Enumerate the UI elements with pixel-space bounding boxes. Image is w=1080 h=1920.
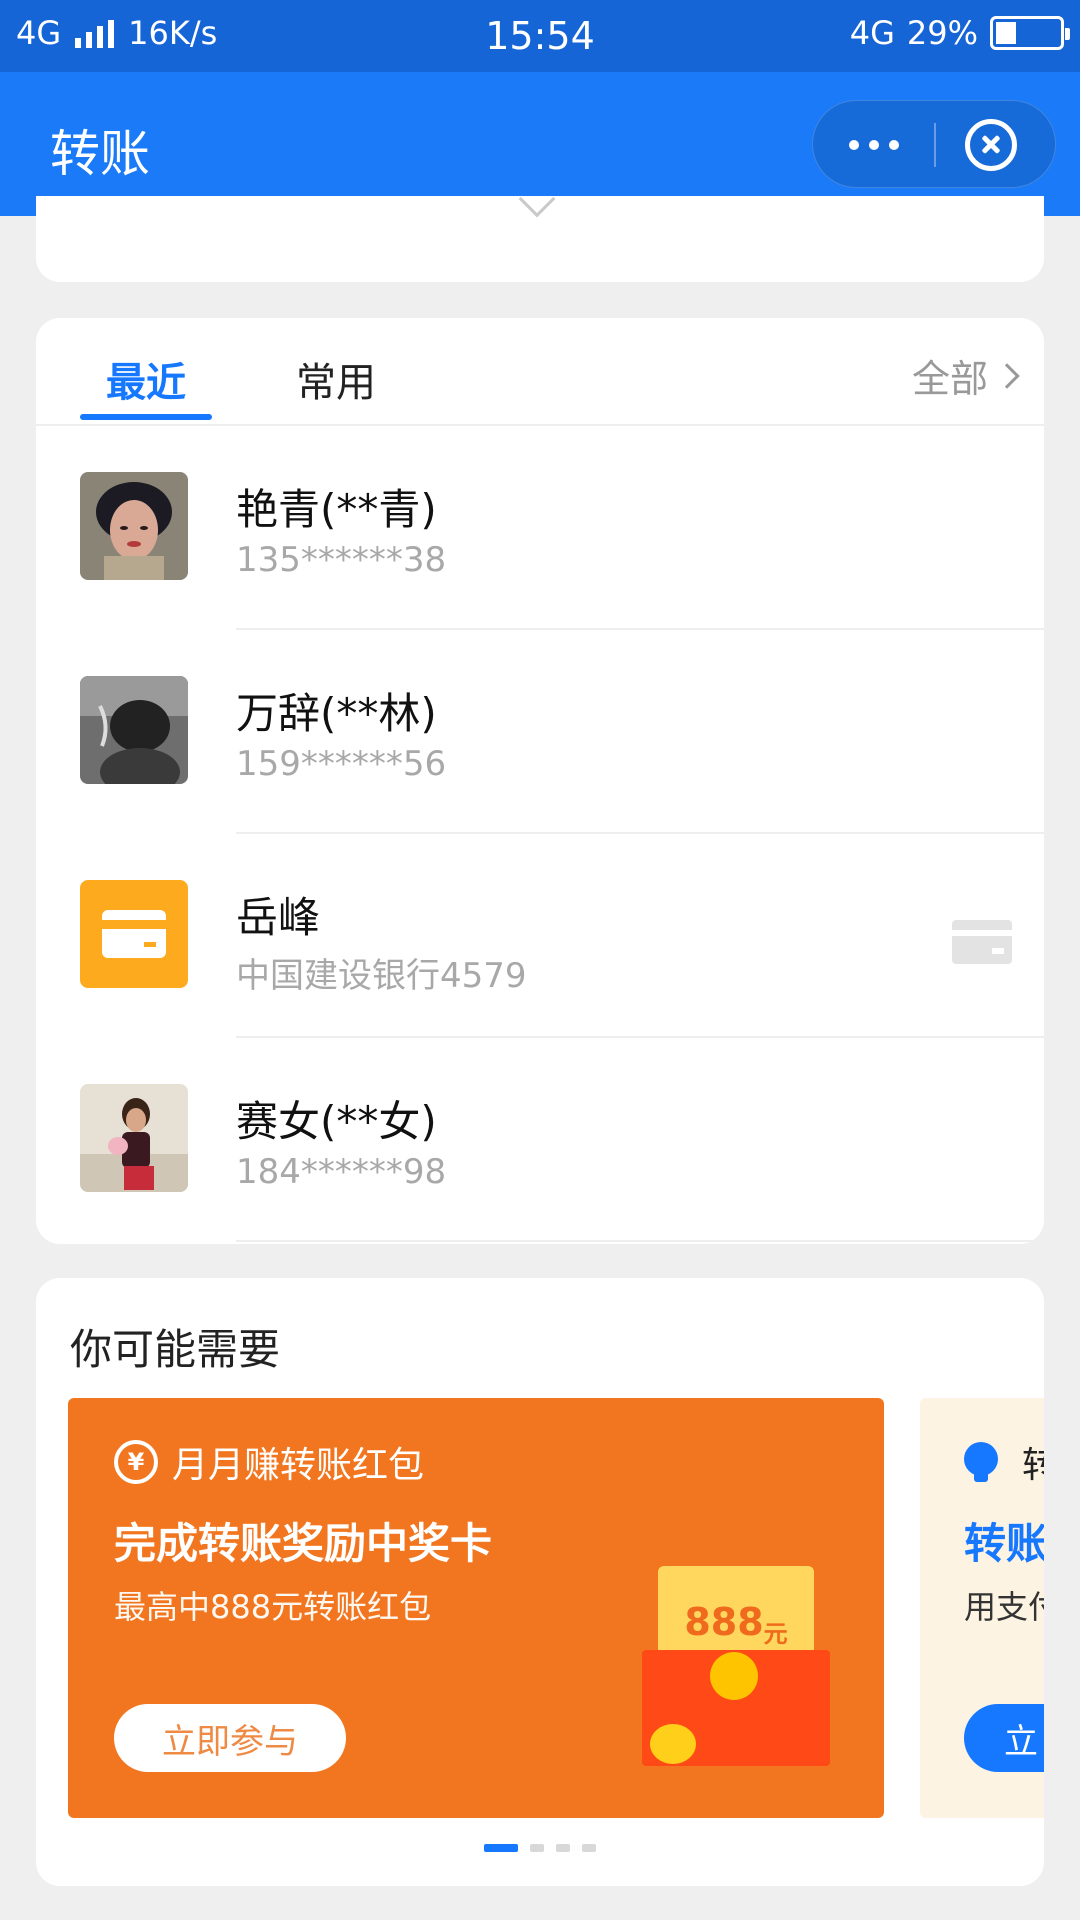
- contact-row[interactable]: 万辞(**林) 159******56: [36, 630, 1044, 834]
- contact-row[interactable]: 艳青(**青) 135******38: [36, 426, 1044, 630]
- page-title: 转账: [50, 125, 150, 183]
- status-bar: 4G 16K/s 15:54 4G 29%: [0, 0, 1080, 72]
- tab-active-indicator: [80, 414, 212, 420]
- carousel-dot-active: [484, 1844, 518, 1852]
- promo-subline: 最高中888元转账红包: [114, 1588, 432, 1626]
- contact-detail: 184******98: [236, 1152, 447, 1192]
- tab-common[interactable]: 常用: [296, 350, 376, 408]
- recommend-title: 你可能需要: [70, 1325, 281, 1374]
- carousel-dot: [530, 1844, 544, 1852]
- bank-card-avatar: [80, 880, 188, 988]
- promo-banner-next[interactable]: 转 转账 用支付 立: [920, 1398, 1044, 1818]
- battery-percent: 29%: [906, 14, 978, 52]
- promo-brand-label: 月月赚转账红包: [172, 1445, 425, 1486]
- network-type-right: 4G: [849, 14, 895, 52]
- carousel-dot: [582, 1844, 596, 1852]
- recommend-card: 你可能需要 ¥ 月月赚转账红包 完成转账奖励中奖卡 最高中888元转账红包 立即…: [36, 1278, 1044, 1886]
- bank-card-icon: [102, 910, 166, 958]
- yen-icon: ¥: [114, 1440, 158, 1484]
- promo-headline: 完成转账奖励中奖卡: [114, 1519, 493, 1568]
- contact-row[interactable]: 岳峰 中国建设银行4579: [36, 834, 1044, 1038]
- capsule-divider: [934, 123, 936, 167]
- contact-detail: 中国建设银行4579: [236, 956, 527, 996]
- tab-recent[interactable]: 最近: [106, 350, 186, 408]
- carousel-indicator: [36, 1844, 1044, 1852]
- contacts-card: 最近 常用 全部 艳青(**青) 135******38 万辞(**林) 159…: [36, 318, 1044, 1244]
- mini-program-capsule: [812, 100, 1056, 188]
- more-button[interactable]: [813, 101, 935, 189]
- all-contacts-link[interactable]: 全部: [911, 348, 1020, 403]
- avatar: [80, 472, 188, 580]
- contact-name: 赛女(**女): [236, 1097, 437, 1146]
- contact-row[interactable]: 赛女(**女) 184******98: [36, 1038, 1044, 1242]
- status-right: 4G 29%: [849, 14, 1070, 52]
- all-label: 全部: [911, 357, 988, 401]
- contact-name: 万辞(**林): [236, 689, 437, 738]
- red-envelope-icon: 888 元: [642, 1566, 832, 1766]
- chevron-right-icon: [994, 362, 1020, 389]
- coin-icon: [650, 1724, 696, 1764]
- close-icon[interactable]: [965, 119, 1017, 171]
- avatar: [80, 676, 188, 784]
- card-type-icon: [952, 920, 1012, 964]
- lightbulb-icon: [964, 1442, 998, 1482]
- promo2-brand: 转: [1022, 1445, 1044, 1486]
- join-button[interactable]: 立即参与: [114, 1704, 346, 1772]
- promo-brand: ¥ 月月赚转账红包: [114, 1436, 424, 1488]
- battery-icon: [990, 16, 1070, 50]
- contact-detail: 135******38: [236, 540, 447, 580]
- more-dots-icon: [849, 140, 859, 150]
- promo2-headline: 转账: [964, 1519, 1044, 1568]
- row-divider: [236, 1240, 1044, 1242]
- contact-name: 岳峰: [236, 893, 321, 942]
- avatar: [80, 1084, 188, 1192]
- promo-banner[interactable]: ¥ 月月赚转账红包 完成转账奖励中奖卡 最高中888元转账红包 立即参与 888…: [68, 1398, 884, 1818]
- coin-icon: [710, 1652, 758, 1700]
- carousel-dot: [556, 1844, 570, 1852]
- contact-detail: 159******56: [236, 744, 447, 784]
- promo2-subline: 用支付: [964, 1588, 1044, 1626]
- promo2-button[interactable]: 立: [964, 1704, 1044, 1772]
- collapsed-card: [36, 180, 1044, 282]
- contact-name: 艳青(**青): [236, 485, 437, 534]
